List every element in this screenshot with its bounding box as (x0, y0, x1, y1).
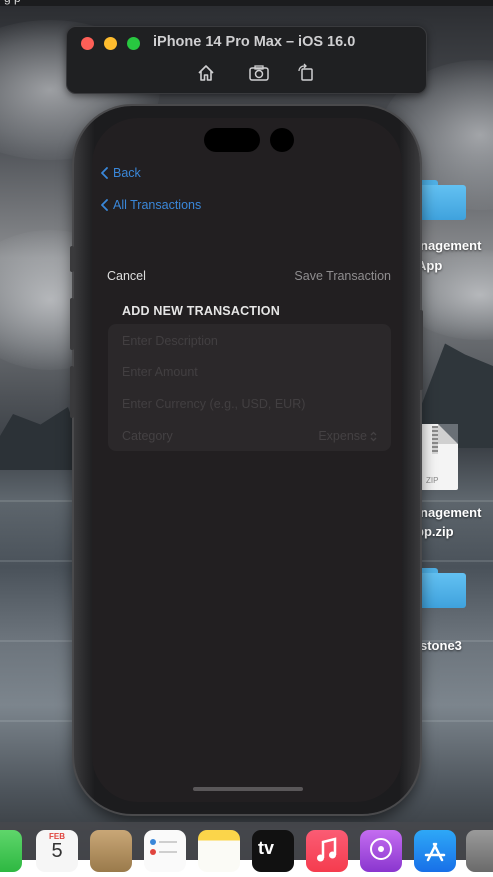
folder-icon[interactable] (418, 180, 466, 220)
all-transactions-label: All Transactions (113, 198, 202, 212)
music-icon[interactable] (306, 830, 348, 872)
facetime-icon[interactable] (0, 830, 22, 872)
reminders-icon[interactable] (144, 830, 186, 872)
zoom-window-button[interactable] (127, 37, 140, 50)
all-transactions-button[interactable]: All Transactions (101, 198, 201, 212)
desktop-item-label: nagement (420, 238, 482, 253)
tv-label: tv (258, 838, 275, 858)
screenshot-icon[interactable] (248, 63, 269, 83)
chevron-updown-icon (370, 431, 377, 441)
menu-bar-text: g p (4, 0, 21, 5)
tv-icon[interactable]: tv (252, 830, 294, 872)
back-button[interactable]: Back (101, 166, 141, 180)
system-settings-icon[interactable] (466, 830, 493, 872)
calendar-icon[interactable]: FEB 5 (36, 830, 78, 872)
description-field[interactable] (122, 331, 372, 351)
transaction-form: Category Expense (108, 324, 391, 451)
currency-field[interactable] (122, 394, 372, 414)
folder-icon[interactable] (418, 568, 466, 608)
podcasts-icon[interactable] (360, 830, 402, 872)
simulator-window-titlebar: iPhone 14 Pro Max – iOS 16.0 (66, 26, 427, 94)
category-label: Category (122, 429, 173, 443)
chevron-left-icon (101, 199, 108, 211)
volume-up-button (70, 298, 74, 350)
amount-field[interactable] (122, 362, 372, 382)
category-value: Expense (318, 429, 367, 443)
desktop-item-label: App (417, 258, 443, 273)
side-button (419, 310, 423, 390)
dynamic-island (204, 128, 260, 152)
save-transaction-button[interactable]: Save Transaction (294, 269, 391, 283)
front-camera (270, 128, 294, 152)
desktop-item-label: nagement (420, 505, 482, 520)
volume-down-button (70, 366, 74, 418)
chevron-left-icon (101, 167, 108, 179)
section-title: ADD NEW TRANSACTION (122, 304, 280, 318)
home-icon[interactable] (196, 63, 216, 83)
rotate-icon[interactable] (296, 63, 316, 83)
phone-screen: Back All Transactions Cancel Save Transa… (92, 118, 402, 802)
home-indicator[interactable] (193, 787, 303, 791)
back-button-label: Back (113, 166, 141, 180)
menu-bar: g p (0, 0, 493, 6)
app-store-icon[interactable] (414, 830, 456, 872)
category-picker[interactable]: Expense (318, 429, 377, 443)
notes-icon[interactable] (198, 830, 240, 872)
zip-file-icon[interactable]: ZIP (418, 424, 458, 490)
minimize-window-button[interactable] (104, 37, 117, 50)
cancel-button[interactable]: Cancel (107, 269, 146, 283)
mute-switch (70, 246, 74, 272)
simulator-title: iPhone 14 Pro Max – iOS 16.0 (153, 34, 356, 50)
zip-badge: ZIP (426, 476, 439, 485)
desktop-item-label: pp.zip (416, 524, 454, 539)
contacts-icon[interactable] (90, 830, 132, 872)
close-window-button[interactable] (81, 37, 94, 50)
desktop-item-label: stone3 (420, 638, 462, 653)
